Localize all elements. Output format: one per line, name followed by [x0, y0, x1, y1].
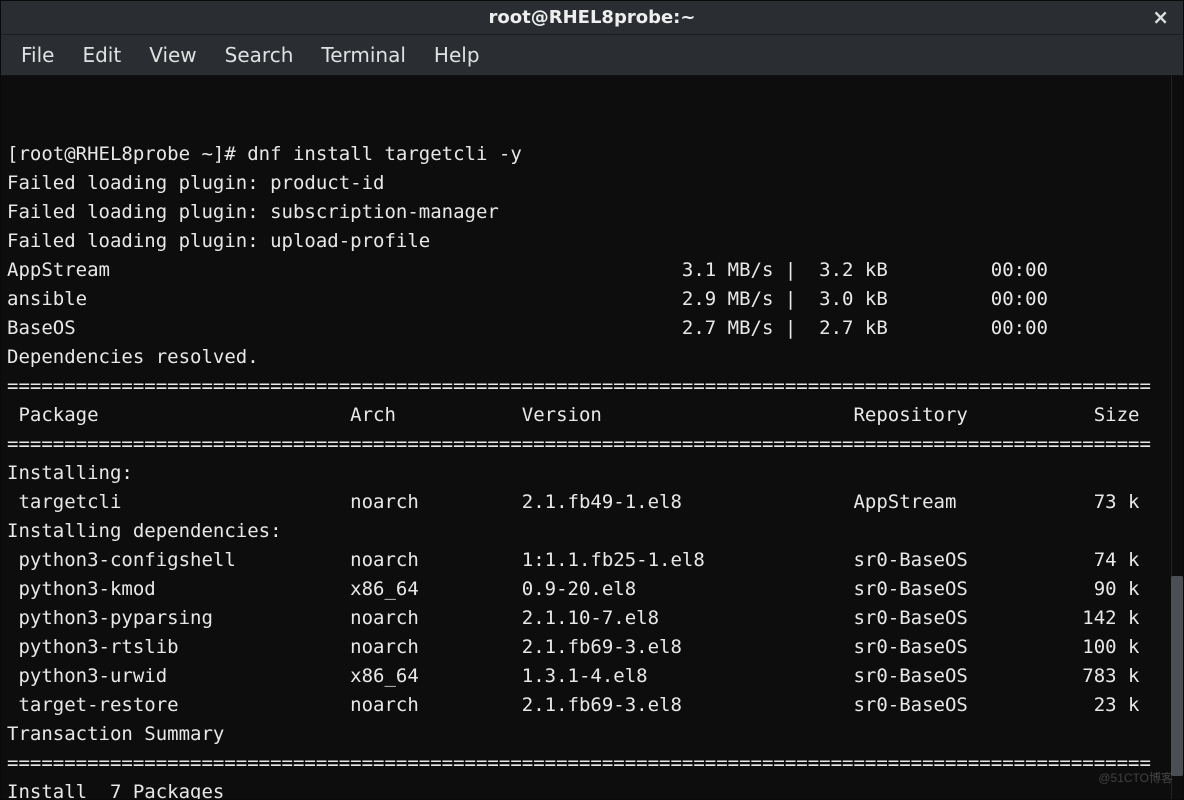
menu-edit[interactable]: Edit — [68, 35, 135, 75]
terminal-line: Dependencies resolved. — [7, 343, 1177, 372]
terminal-line: Installing: — [7, 459, 1177, 488]
terminal-line: python3-pyparsing noarch 2.1.10-7.el8 sr… — [7, 604, 1177, 633]
menu-bar: File Edit View Search Terminal Help — [1, 35, 1183, 76]
terminal-line: Package Arch Version Repository Size — [7, 401, 1177, 430]
terminal-line: python3-rtslib noarch 2.1.fb69-3.el8 sr0… — [7, 633, 1177, 662]
terminal-line: python3-urwid x86_64 1.3.1-4.el8 sr0-Bas… — [7, 662, 1177, 691]
terminal-line: Failed loading plugin: product-id — [7, 169, 1177, 198]
terminal-line: ========================================… — [7, 749, 1177, 778]
menu-terminal[interactable]: Terminal — [307, 35, 420, 75]
scrollbar[interactable] — [1171, 76, 1183, 799]
terminal-line: AppStream 3.1 MB/s | 3.2 kB 00:00 — [7, 256, 1177, 285]
watermark: @51CTO博客 — [1098, 764, 1173, 793]
menu-help[interactable]: Help — [420, 35, 494, 75]
scrollbar-thumb[interactable] — [1171, 576, 1183, 776]
terminal-line: ========================================… — [7, 372, 1177, 401]
terminal-line: Failed loading plugin: subscription-mana… — [7, 198, 1177, 227]
terminal-line: Install 7 Packages — [7, 778, 1177, 799]
window-title: root@RHEL8probe:~ — [489, 7, 696, 28]
terminal-line: BaseOS 2.7 MB/s | 2.7 kB 00:00 — [7, 314, 1177, 343]
terminal-window: root@RHEL8probe:~ × File Edit View Searc… — [0, 0, 1184, 800]
terminal-line: ========================================… — [7, 430, 1177, 459]
terminal-line: target-restore noarch 2.1.fb69-3.el8 sr0… — [7, 691, 1177, 720]
terminal-line: Transaction Summary — [7, 720, 1177, 749]
menu-view[interactable]: View — [135, 35, 210, 75]
menu-file[interactable]: File — [7, 35, 68, 75]
terminal-line: ansible 2.9 MB/s | 3.0 kB 00:00 — [7, 285, 1177, 314]
terminal-line: Failed loading plugin: upload-profile — [7, 227, 1177, 256]
title-bar: root@RHEL8probe:~ × — [1, 1, 1183, 35]
terminal-line: [root@RHEL8probe ~]# dnf install targetc… — [7, 140, 1177, 169]
terminal-line: python3-kmod x86_64 0.9-20.el8 sr0-BaseO… — [7, 575, 1177, 604]
menu-search[interactable]: Search — [211, 35, 308, 75]
terminal-output[interactable]: [root@RHEL8probe ~]# dnf install targetc… — [1, 76, 1183, 799]
close-icon[interactable]: × — [1152, 5, 1169, 29]
terminal-line: python3-configshell noarch 1:1.1.fb25-1.… — [7, 546, 1177, 575]
terminal-line: Installing dependencies: — [7, 517, 1177, 546]
terminal-line: targetcli noarch 2.1.fb49-1.el8 AppStrea… — [7, 488, 1177, 517]
